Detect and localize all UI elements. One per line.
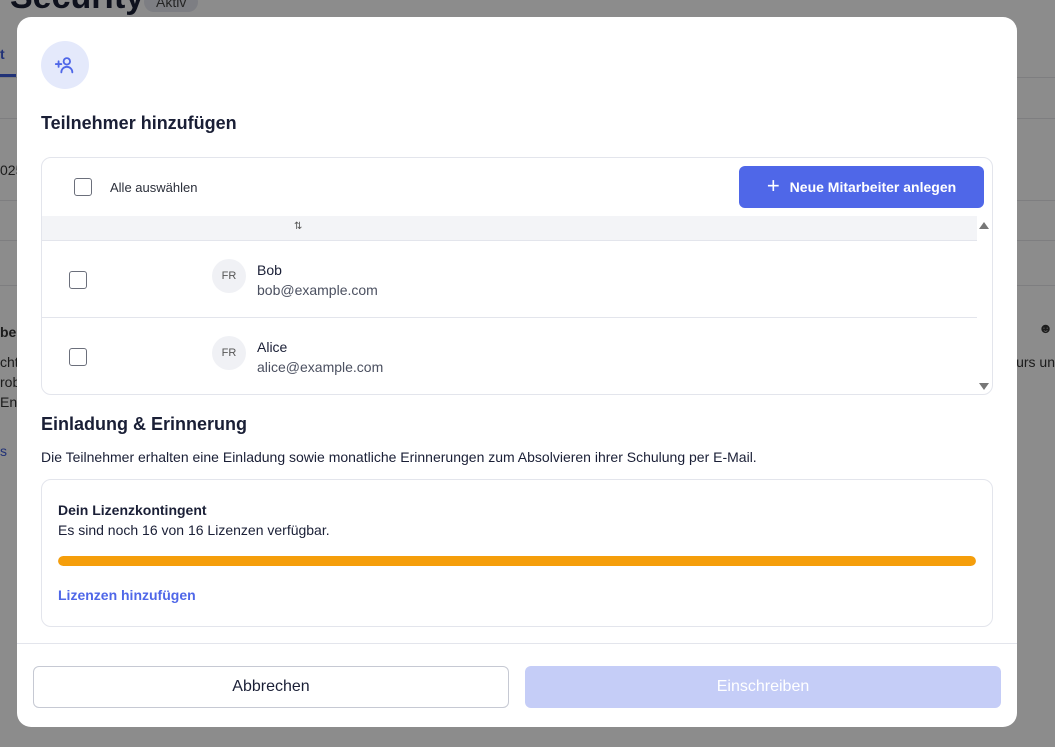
enroll-button[interactable]: Einschreiben (525, 666, 1001, 708)
add-licenses-link[interactable]: Lizenzen hinzufügen (58, 587, 196, 603)
row-checkbox[interactable] (69, 271, 87, 289)
avatar: FR (212, 336, 246, 370)
plus-icon: + (766, 173, 780, 198)
list-header: Alle auswählen + Neue Mitarbeiter anlege… (42, 158, 992, 216)
participant-name: Bob (257, 262, 282, 278)
license-title: Dein Lizenzkontingent (58, 502, 207, 518)
new-employee-button-label: Neue Mitarbeiter anlegen (789, 179, 957, 195)
sort-icon[interactable]: ⇅ (294, 221, 302, 232)
table-row[interactable]: FR Bob bob@example.com (42, 241, 977, 318)
cancel-button[interactable]: Abbrechen (33, 666, 509, 708)
dialog-footer: Abbrechen Einschreiben (17, 643, 1017, 727)
participant-list: Alle auswählen + Neue Mitarbeiter anlege… (41, 157, 993, 395)
list-scrollbar[interactable] (976, 216, 992, 394)
add-participants-dialog: Teilnehmer hinzufügen Alle auswählen + N… (17, 17, 1017, 727)
license-progress (58, 556, 976, 566)
license-progress-fill (58, 556, 976, 566)
license-quota-card: Dein Lizenzkontingent Es sind noch 16 vo… (41, 479, 993, 627)
row-checkbox[interactable] (69, 348, 87, 366)
table-row[interactable]: FR Alice alice@example.com (42, 318, 977, 394)
invitation-description: Die Teilnehmer erhalten eine Einladung s… (41, 449, 757, 465)
dialog-title: Teilnehmer hinzufügen (41, 113, 237, 133)
select-all-label: Alle auswählen (110, 180, 198, 195)
avatar: FR (212, 259, 246, 293)
select-all-checkbox[interactable] (74, 178, 92, 196)
invitation-title: Einladung & Erinnerung (41, 414, 247, 434)
license-availability: Es sind noch 16 von 16 Lizenzen verfügba… (58, 522, 330, 538)
participant-email: alice@example.com (257, 359, 384, 375)
table-header: ⇅ (42, 216, 977, 241)
participant-email: bob@example.com (257, 282, 378, 298)
scroll-down-icon[interactable] (979, 383, 989, 390)
new-employee-button[interactable]: + Neue Mitarbeiter anlegen (739, 166, 984, 208)
participant-name: Alice (257, 339, 288, 355)
add-user-icon (41, 41, 89, 89)
scroll-up-icon[interactable] (979, 222, 989, 229)
